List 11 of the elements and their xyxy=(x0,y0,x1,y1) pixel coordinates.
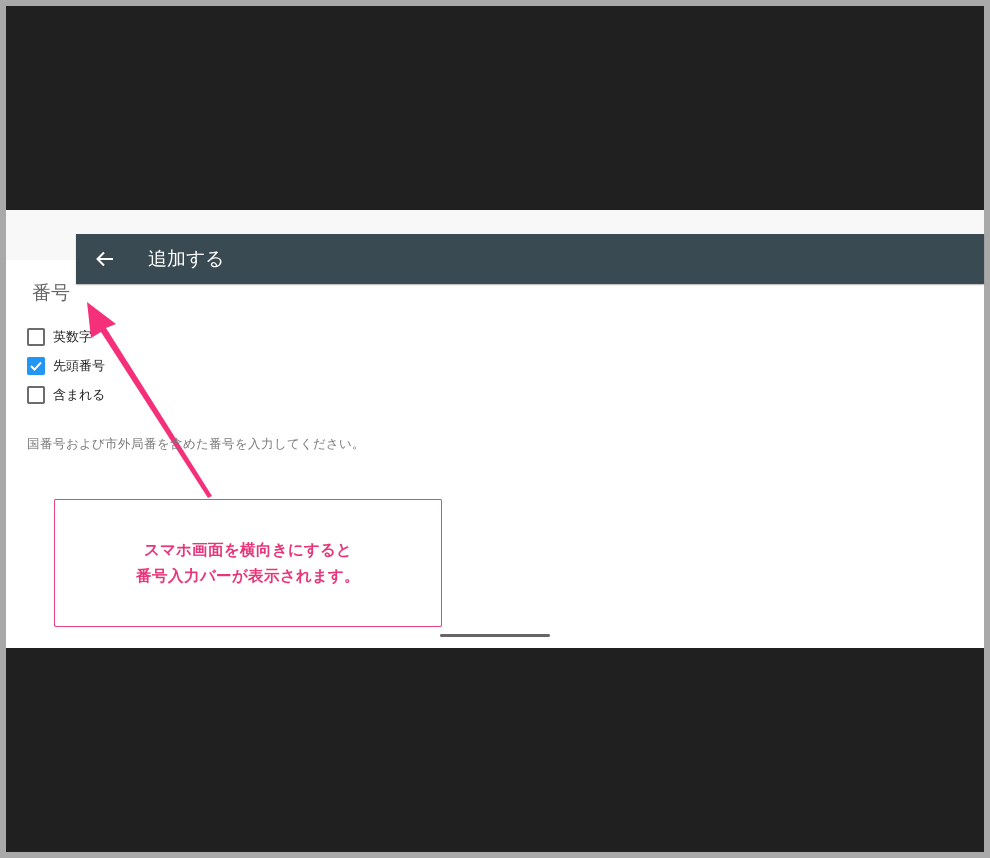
checkbox[interactable] xyxy=(27,328,45,346)
checkbox[interactable] xyxy=(27,357,45,375)
checkbox-label[interactable]: 含まれる xyxy=(53,386,105,404)
checkbox[interactable] xyxy=(27,386,45,404)
back-arrow-icon[interactable] xyxy=(96,251,114,267)
checkbox-label[interactable]: 英数字 xyxy=(53,328,92,346)
annotation-text: スマホ画面を横向きにすると 番号入力バーが表示されます。 xyxy=(136,540,360,587)
checkbox-label[interactable]: 先頭番号 xyxy=(53,357,105,375)
toolbar-title: 追加する xyxy=(148,247,224,272)
field-label: 番号 xyxy=(32,281,70,306)
hint-text: 国番号および市外局番を含めた番号を入力してください。 xyxy=(27,436,365,453)
